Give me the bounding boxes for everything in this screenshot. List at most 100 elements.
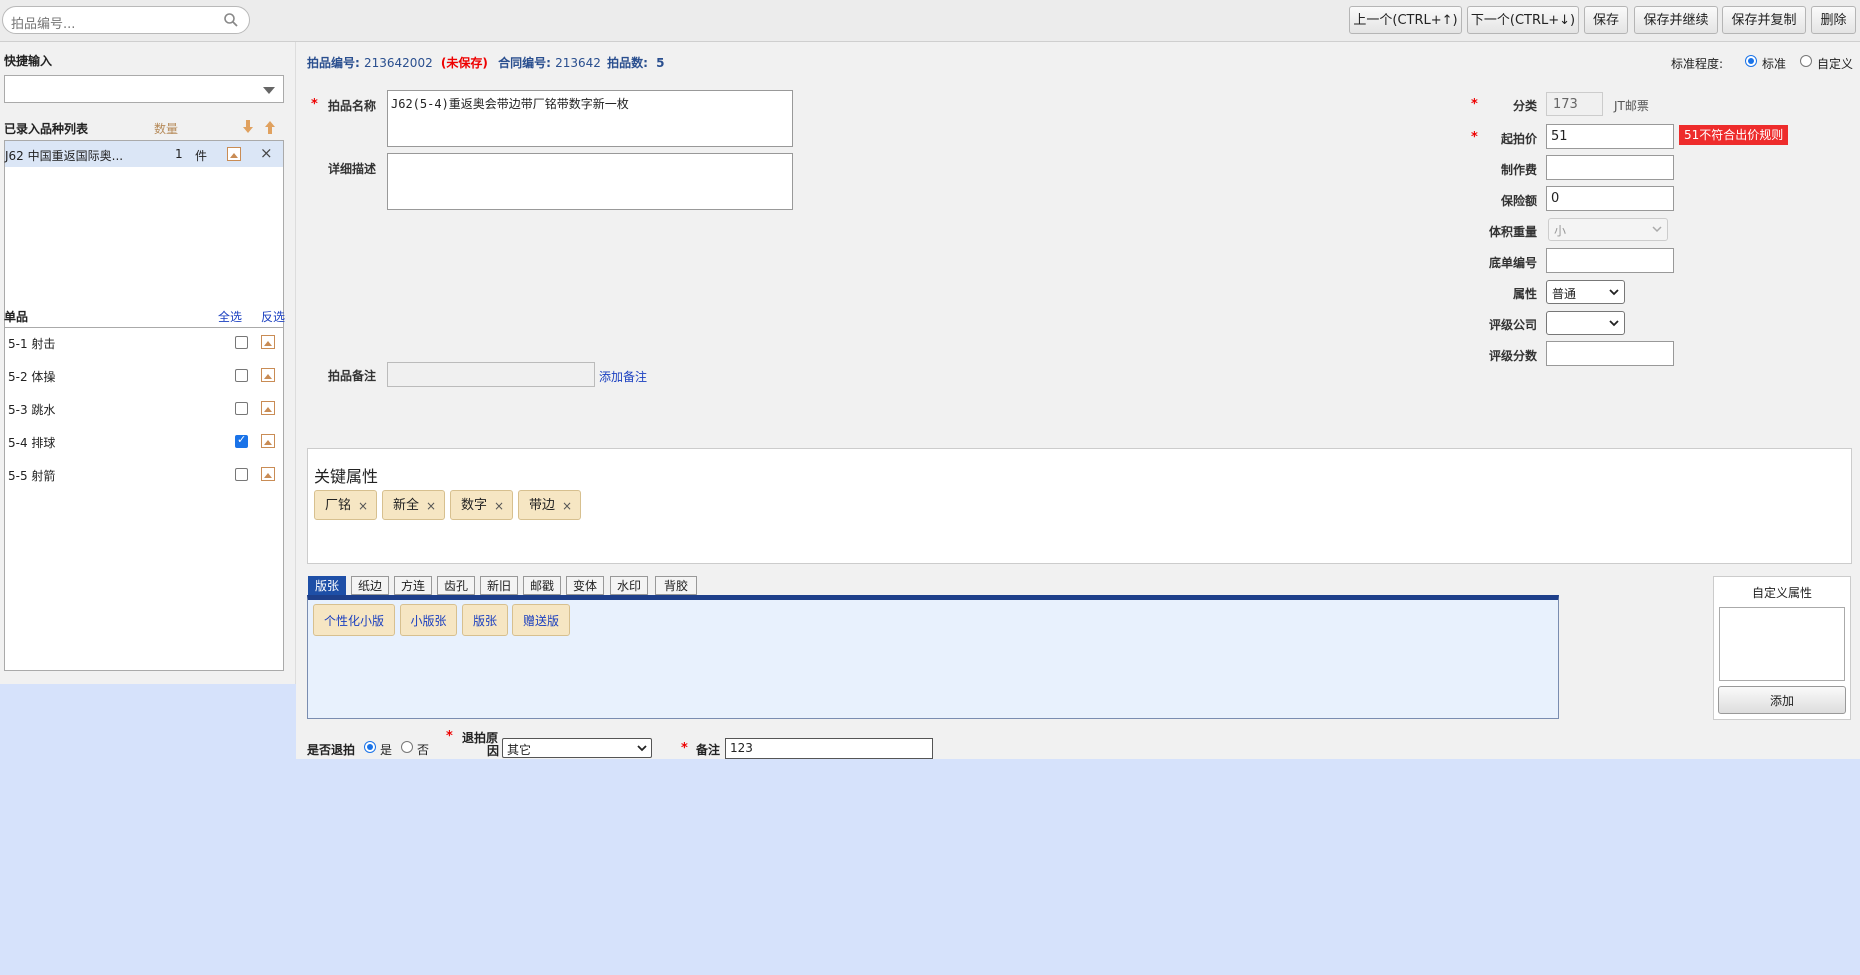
list-item[interactable]: J62 中国重返国际奥... 1 件 ×	[5, 141, 283, 167]
bill-no-input[interactable]	[1546, 248, 1674, 273]
detail-desc-label: 详细描述	[327, 162, 376, 176]
list-item: 5-3 跳水	[5, 394, 283, 422]
close-icon[interactable]: ×	[494, 491, 504, 521]
tab-block[interactable]: 方连	[394, 576, 432, 595]
key-attrs-panel: 关键属性 厂铭 × 新全 × 数字 × 带边 ×	[307, 448, 1852, 564]
invert-select-link[interactable]: 反选	[261, 308, 285, 325]
tab-option[interactable]: 小版张	[400, 604, 457, 636]
tab-condition[interactable]: 新旧	[480, 576, 518, 595]
key-attr-tag[interactable]: 新全 ×	[382, 490, 445, 520]
tab-option[interactable]: 赠送版	[512, 604, 570, 636]
required-mark: *	[681, 741, 688, 756]
tab-watermark[interactable]: 水印	[610, 576, 648, 595]
custom-attr-textarea[interactable]	[1719, 607, 1845, 681]
select-all-link[interactable]: 全选	[218, 308, 242, 325]
prev-button[interactable]: 上一个(CTRL+↑)	[1349, 6, 1462, 34]
close-icon[interactable]: ×	[358, 491, 368, 521]
single-checkbox[interactable]	[235, 369, 248, 382]
close-icon[interactable]: ×	[562, 491, 572, 521]
return-yes-radio[interactable]	[364, 741, 376, 753]
save-copy-button[interactable]: 保存并复制	[1722, 6, 1806, 34]
lot-remark-input[interactable]	[387, 362, 595, 387]
return-no-label: 否	[417, 743, 430, 757]
tab-gum[interactable]: 背胶	[655, 576, 697, 595]
required-mark: *	[311, 97, 318, 112]
volume-select[interactable]: 小	[1548, 218, 1668, 241]
single-item-label: 5-2 体操	[8, 370, 56, 384]
list-item: 5-5 射箭	[5, 460, 283, 488]
entered-items-list: J62 中国重返国际奥... 1 件 ×	[4, 140, 284, 333]
tab-version[interactable]: 版张	[308, 576, 346, 595]
save-button[interactable]: 保存	[1584, 6, 1628, 34]
custom-radio[interactable]	[1800, 55, 1812, 67]
start-price-input[interactable]: 51	[1546, 124, 1674, 149]
category-input[interactable]: 173	[1546, 92, 1603, 116]
tab-perforation[interactable]: 齿孔	[437, 576, 475, 595]
arrow-down-icon[interactable]	[242, 120, 254, 134]
single-item-label: 5-1 射击	[8, 337, 56, 351]
lot-name-textarea[interactable]: J62(5-4)重返奥会带边带厂铭带数字新一枚	[387, 90, 793, 147]
lot-search-input[interactable]: 拍品编号...	[2, 6, 250, 34]
add-custom-attr-button[interactable]: 添加	[1718, 686, 1846, 714]
search-icon[interactable]	[223, 12, 239, 28]
single-checkbox[interactable]	[235, 468, 248, 481]
singles-list: 5-1 射击 5-2 体操 5-3 跳水 5-4 排球 5-5 射箭	[4, 327, 284, 671]
reason-select[interactable]: 其它	[502, 738, 652, 758]
entered-item-qty: 1	[175, 147, 183, 161]
single-item-label: 5-4 排球	[8, 436, 56, 450]
next-button[interactable]: 下一个(CTRL+↓)	[1467, 6, 1579, 34]
chevron-down-icon	[1652, 226, 1662, 233]
insure-input[interactable]: 0	[1546, 186, 1674, 211]
note-label: 备注	[696, 743, 721, 757]
single-checkbox[interactable]	[235, 433, 248, 448]
start-price-label: 起拍价	[1500, 132, 1537, 146]
image-icon[interactable]	[261, 335, 275, 349]
tab-postmark[interactable]: 邮戳	[523, 576, 561, 595]
attr-select[interactable]: 普通	[1546, 280, 1625, 304]
note-input[interactable]: 123	[725, 738, 933, 759]
grade-score-input[interactable]	[1546, 341, 1674, 366]
close-icon[interactable]: ×	[260, 144, 273, 162]
chevron-down-icon	[1609, 289, 1619, 296]
detail-desc-textarea[interactable]	[387, 153, 793, 210]
add-remark-link[interactable]: 添加备注	[599, 368, 647, 385]
make-fee-input[interactable]	[1546, 155, 1674, 180]
lot-info-line: 拍品编号: 213642002 (未保存) 合同编号: 213642 拍品数: …	[307, 54, 664, 71]
tab-option[interactable]: 个性化小版	[313, 604, 395, 636]
save-continue-button[interactable]: 保存并继续	[1634, 6, 1718, 34]
quick-input-select[interactable]	[4, 75, 284, 103]
key-attr-tag[interactable]: 带边 ×	[518, 490, 581, 520]
list-item: 5-2 体操	[5, 361, 283, 389]
return-no-radio[interactable]	[401, 741, 413, 753]
tab-option[interactable]: 版张	[462, 604, 508, 636]
chevron-down-icon	[263, 87, 275, 94]
close-icon[interactable]: ×	[426, 491, 436, 521]
volume-label: 体积重量	[1488, 225, 1537, 239]
standard-radio[interactable]	[1745, 55, 1757, 67]
key-attr-tag[interactable]: 厂铭 ×	[314, 490, 377, 520]
required-mark: *	[446, 729, 453, 744]
count-value: 5	[656, 56, 665, 70]
custom-radio-label: 自定义	[1817, 57, 1854, 71]
delete-button[interactable]: 删除	[1811, 6, 1856, 34]
single-checkbox[interactable]	[235, 336, 248, 349]
image-icon[interactable]	[261, 368, 275, 382]
tab-paper-edge[interactable]: 纸边	[351, 576, 389, 595]
insure-label: 保险额	[1500, 194, 1537, 208]
qty-header: 数量	[154, 122, 179, 136]
image-icon[interactable]	[261, 401, 275, 415]
arrow-up-icon[interactable]	[264, 120, 276, 134]
image-icon[interactable]	[261, 467, 275, 481]
grade-company-select[interactable]	[1546, 311, 1625, 335]
reason-label-line2: 因	[487, 744, 500, 758]
quick-input-label: 快捷输入	[4, 54, 53, 68]
bill-no-label: 底单编号	[1488, 256, 1537, 270]
key-attr-tag[interactable]: 数字 ×	[450, 490, 513, 520]
image-icon[interactable]	[261, 434, 275, 448]
return-label: 是否退拍	[307, 743, 356, 757]
contract-label: 合同编号:	[498, 56, 551, 70]
single-checkbox[interactable]	[235, 402, 248, 415]
image-icon[interactable]	[227, 147, 241, 161]
tab-variety[interactable]: 变体	[566, 576, 604, 595]
category-label: 分类	[1512, 99, 1537, 113]
